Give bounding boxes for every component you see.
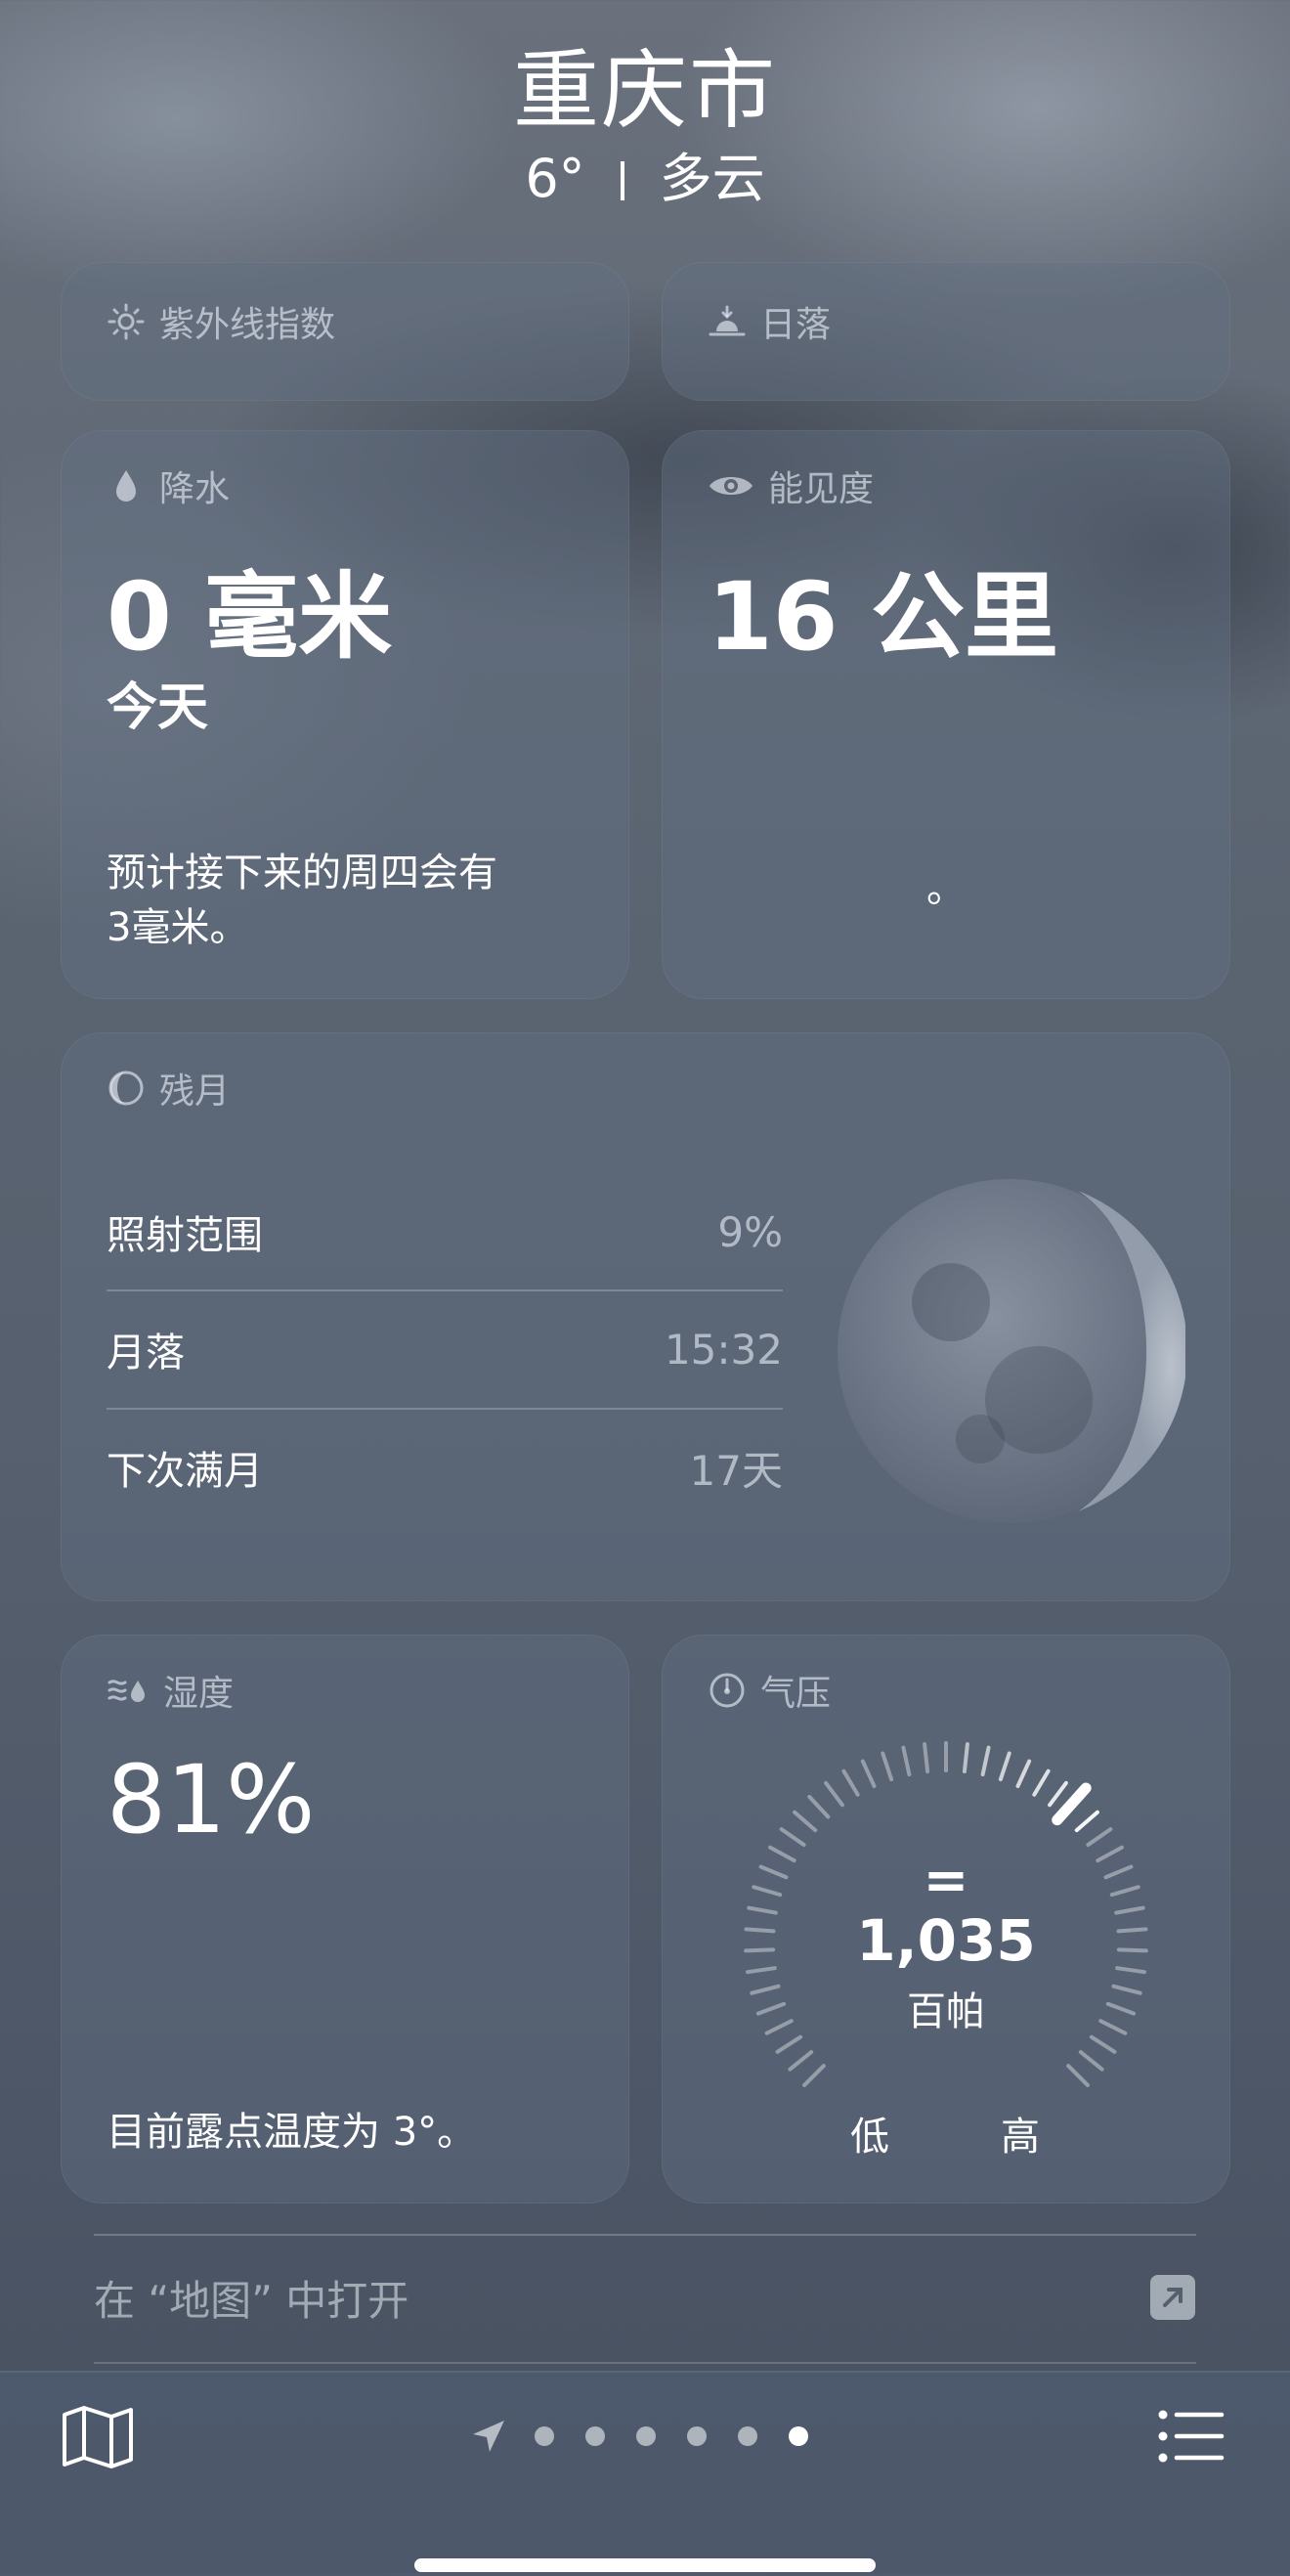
gauge-tick — [998, 1751, 1011, 1782]
gauge-indicator — [1052, 1782, 1092, 1826]
moon-phase-icon — [108, 1070, 144, 1106]
moon-illumination-row: 照射范围 9% — [107, 1173, 783, 1290]
gauge-tick — [841, 1768, 860, 1797]
moon-phase-title: 残月 — [159, 1071, 231, 1112]
page-dot[interactable] — [687, 2426, 707, 2446]
gauge-tick — [793, 1810, 818, 1833]
gauge-tick — [788, 2050, 814, 2072]
page-dot[interactable] — [535, 2426, 554, 2446]
precipitation-amount: 0 毫米 — [107, 562, 393, 672]
open-in-maps-label: 在 “地图” 中打开 — [94, 2276, 409, 2325]
gauge-tick — [802, 2064, 826, 2087]
bottom-toolbar — [0, 2371, 1290, 2576]
gauge-tick — [1086, 1827, 1113, 1848]
gauge-tick — [1032, 1768, 1051, 1797]
sunset-card-title: 日落 — [760, 305, 832, 345]
gauge-tick — [901, 1745, 912, 1777]
precipitation-title: 降水 — [159, 469, 231, 509]
precipitation-forecast: 预计接下来的周四会有 3毫米。 — [107, 846, 497, 955]
humidity-value: 81% — [107, 1745, 316, 1855]
gauge-tick — [775, 2034, 803, 2054]
moon-row-value: 17天 — [689, 1446, 783, 1495]
gauge-tick — [807, 1794, 831, 1819]
sunset-icon — [709, 305, 746, 336]
precipitation-period: 今天 — [107, 678, 209, 737]
gauge-tick — [779, 1827, 806, 1848]
uv-card-title: 紫外线指数 — [159, 305, 336, 345]
uv-index-card[interactable]: 紫外线指数 — [61, 262, 629, 401]
moonset-row: 月落 15:32 — [107, 1290, 783, 1408]
humidity-icon — [108, 1680, 145, 1702]
moon-row-label: 照射范围 — [107, 1213, 263, 1258]
pressure-high-label: 高 — [1001, 2115, 1040, 2160]
condition-text: 多云 — [659, 148, 765, 209]
gauge-tick — [1048, 1780, 1068, 1808]
map-icon[interactable] — [61, 2405, 135, 2469]
separator — [620, 161, 624, 200]
gauge-tick — [1089, 2034, 1117, 2054]
pressure-title: 气压 — [760, 1674, 832, 1714]
pressure-value: 1,035 — [856, 1907, 1036, 1974]
gauge-tick — [860, 1759, 877, 1788]
city-name: 重庆市 — [512, 40, 777, 141]
visibility-card[interactable]: 能见度 16 公里 。 — [662, 430, 1230, 999]
gauge-tick — [1074, 1810, 1099, 1833]
moon-row-label: 下次满月 — [107, 1449, 263, 1494]
eye-icon — [710, 477, 752, 495]
humidity-card[interactable]: 湿度 81% 目前露点温度为 3°。 — [61, 1635, 629, 2204]
forecast-line-1: 预计接下来的周四会有 — [107, 851, 497, 895]
humidity-title: 湿度 — [163, 1674, 235, 1714]
visibility-title: 能见度 — [768, 469, 875, 509]
moon-row-value: 15:32 — [664, 1325, 783, 1374]
pressure-trend-icon: = — [923, 1849, 969, 1912]
sun-icon — [108, 303, 145, 340]
gauge-tick — [1066, 2064, 1090, 2087]
pressure-unit: 百帕 — [907, 1989, 985, 2034]
gauge-tick — [824, 1780, 844, 1808]
pressure-low-label: 低 — [850, 2115, 889, 2160]
open-in-maps-link[interactable]: 在 “地图” 中打开 — [94, 2249, 1196, 2346]
moon-image — [838, 1179, 1185, 1523]
current-conditions: 6° 多云 — [0, 135, 1290, 212]
page-dot[interactable] — [585, 2426, 605, 2446]
moon-row-label: 月落 — [107, 1331, 185, 1375]
pressure-card[interactable]: 气压 = 1,035 百帕 低 高 — [662, 1635, 1230, 2204]
page-dot[interactable] — [789, 2426, 808, 2446]
gauge-icon — [710, 1673, 745, 1708]
page-dot[interactable] — [738, 2426, 757, 2446]
home-indicator — [414, 2558, 876, 2572]
forecast-line-2: 3毫米。 — [107, 905, 249, 950]
list-icon[interactable] — [1157, 2407, 1226, 2466]
dew-point-note: 目前露点温度为 3°。 — [107, 2110, 477, 2155]
gauge-tick — [881, 1751, 894, 1782]
page-dot[interactable] — [636, 2426, 656, 2446]
gauge-tick — [962, 1742, 969, 1774]
external-link-icon — [1150, 2275, 1195, 2320]
moon-card[interactable]: 残月 照射范围 9% 月落 15:32 下次满月 17天 — [61, 1032, 1230, 1601]
gauge-tick — [1078, 2050, 1104, 2072]
raindrop-icon — [116, 470, 136, 502]
next-full-moon-row: 下次满月 17天 — [107, 1409, 783, 1526]
gauge-tick — [923, 1742, 930, 1774]
moon-row-value: 9% — [717, 1207, 783, 1256]
gauge-tick — [1015, 1759, 1032, 1788]
visibility-distance: 16 公里 — [708, 562, 1059, 672]
bottom-divider — [94, 2362, 1196, 2364]
visibility-note: 。 — [926, 866, 966, 911]
location-arrow-icon[interactable] — [469, 2417, 508, 2456]
current-temperature: 6° — [525, 148, 585, 209]
sunset-card[interactable]: 日落 — [662, 262, 1230, 401]
top-divider — [94, 2234, 1196, 2236]
gauge-tick — [980, 1745, 991, 1777]
precipitation-card[interactable]: 降水 0 毫米 今天 预计接下来的周四会有 3毫米。 — [61, 430, 629, 999]
